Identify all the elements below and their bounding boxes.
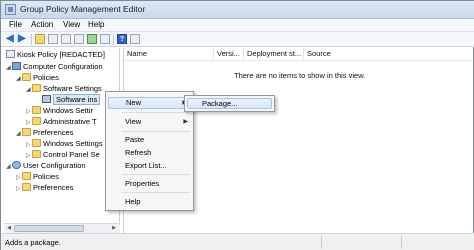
user-icon (12, 161, 21, 169)
menu-divider (122, 174, 190, 175)
tree-node-kiosk-policy[interactable]: Kiosk Policy [REDACTED] (6, 49, 105, 60)
export-list-icon[interactable] (100, 34, 110, 44)
window-title: Group Policy Management Editor (20, 4, 146, 14)
paste-icon[interactable] (74, 34, 84, 44)
title-bar: Group Policy Management Editor (1, 1, 474, 19)
app-window: Group Policy Management Editor File Acti… (0, 0, 474, 250)
empty-list-message: There are no items to show in this view. (234, 71, 366, 80)
scroll-right-arrow-icon[interactable]: ▶ (110, 225, 118, 232)
forward-arrow-icon[interactable]: ▶ (18, 34, 28, 44)
tree-node-pref-windows-settings[interactable]: ▷ Windows Settings (26, 138, 103, 149)
tree-node-policies[interactable]: ◢ Policies (16, 72, 59, 83)
folder-icon (32, 106, 41, 114)
menu-view[interactable]: View (63, 20, 80, 29)
folder-icon (32, 117, 41, 125)
submenu-arrow-icon: ▶ (183, 119, 188, 125)
tree-pane: Kiosk Policy [REDACTED] ◢ Computer Config… (4, 48, 120, 233)
folder-icon (22, 128, 31, 136)
software-installation-icon (42, 95, 51, 103)
menu-help[interactable]: Help (88, 20, 104, 29)
help-icon[interactable]: ? (117, 34, 127, 44)
menu-divider (122, 192, 190, 193)
column-header-version[interactable]: Versi... (214, 48, 244, 60)
policy-icon (6, 50, 15, 58)
menu-divider (122, 131, 190, 132)
folder-icon (22, 183, 31, 191)
menu-action[interactable]: Action (31, 20, 53, 29)
refresh-icon[interactable] (87, 34, 97, 44)
app-icon (5, 4, 16, 15)
status-bar: Adds a package. (1, 233, 474, 250)
tree-node-control-panel-settings[interactable]: ▷ Control Panel Se (26, 149, 100, 160)
context-menu: New ▶ View ▶ Paste Refresh Export List..… (105, 91, 194, 211)
tree-node-preferences[interactable]: ◢ Preferences (16, 127, 73, 138)
tree-node-administrative-templates[interactable]: ▷ Administrative T (26, 116, 97, 127)
computer-icon (12, 62, 21, 70)
folder-icon (22, 73, 31, 81)
context-menu-view[interactable]: View ▶ (108, 116, 192, 128)
status-cell (321, 236, 322, 249)
tree-node-user-configuration[interactable]: ◢ User Configuration (6, 160, 86, 171)
tree-node-computer-configuration[interactable]: ◢ Computer Configuration (6, 61, 103, 72)
toolbar-separator (31, 34, 32, 45)
context-menu-help[interactable]: Help (108, 196, 192, 208)
folder-icon (32, 84, 41, 92)
copy-icon[interactable] (61, 34, 71, 44)
context-menu-paste[interactable]: Paste (108, 134, 192, 146)
tree-node-windows-settings[interactable]: ▷ Windows Settir (26, 105, 93, 116)
menu-file[interactable]: File (9, 20, 22, 29)
up-folder-icon[interactable] (35, 34, 45, 44)
scroll-left-arrow-icon[interactable]: ◀ (5, 225, 13, 232)
tree-node-user-policies[interactable]: ▷ Policies (16, 171, 59, 182)
context-menu-properties[interactable]: Properties (108, 178, 192, 190)
toolbar-separator (113, 34, 114, 45)
tree-node-user-preferences[interactable]: ▷ Preferences (16, 182, 73, 193)
show-hide-tree-icon[interactable] (48, 34, 58, 44)
toolbar: ◀ ▶ ? (1, 32, 474, 47)
menu-divider (122, 112, 190, 113)
context-menu-new[interactable]: New ▶ (108, 97, 192, 109)
column-header-deployment-state[interactable]: Deployment st... (244, 48, 304, 60)
status-cell (401, 236, 402, 249)
new-submenu: Package... (184, 95, 275, 112)
folder-icon (32, 139, 41, 147)
column-header-name[interactable]: Name (124, 48, 214, 60)
tree-node-software-settings[interactable]: ◢ Software Settings (26, 83, 102, 94)
folder-icon (22, 172, 31, 180)
header-divider (124, 60, 472, 61)
back-arrow-icon[interactable]: ◀ (6, 34, 16, 44)
column-header-source[interactable]: Source (304, 48, 472, 60)
menu-bar: File Action View Help (1, 19, 474, 32)
tree-node-software-installation[interactable]: Software ins (42, 94, 101, 105)
scrollbar-thumb[interactable] (14, 225, 84, 232)
context-menu-export-list[interactable]: Export List... (108, 160, 192, 172)
submenu-package[interactable]: Package... (187, 98, 272, 109)
folder-icon (32, 150, 41, 158)
properties-icon[interactable] (130, 34, 140, 44)
tree-horizontal-scrollbar[interactable]: ◀ ▶ (4, 223, 120, 233)
context-menu-refresh[interactable]: Refresh (108, 147, 192, 159)
status-text: Adds a package. (5, 238, 61, 247)
